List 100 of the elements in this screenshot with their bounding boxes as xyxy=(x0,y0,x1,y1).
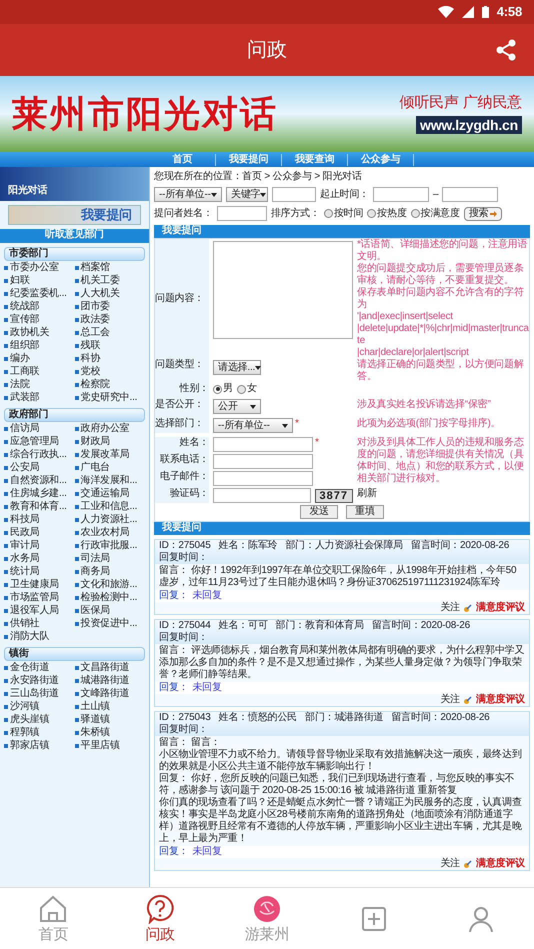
department-link[interactable]: 三山岛街道 xyxy=(10,688,60,700)
department-link[interactable]: 住房城乡建... xyxy=(10,488,67,500)
input-field[interactable] xyxy=(213,471,313,486)
department-link[interactable]: 自然资源和... xyxy=(10,474,67,486)
refresh-link[interactable]: 刷新 xyxy=(357,488,529,503)
department-link[interactable]: 机关工委 xyxy=(80,274,120,286)
follow-link[interactable]: 关注 xyxy=(440,602,460,614)
department-link[interactable]: 城港路街道 xyxy=(80,674,130,686)
ask-question-button[interactable]: 我要提问 xyxy=(8,205,141,225)
input-field[interactable] xyxy=(442,187,498,202)
department-link[interactable]: 文昌路街道 xyxy=(80,662,130,674)
department-link[interactable]: 投资促进中... xyxy=(80,618,138,630)
department-link[interactable]: 朱桥镇 xyxy=(80,726,110,738)
department-link[interactable]: 统战部 xyxy=(10,300,40,312)
radio-button[interactable] xyxy=(324,209,333,218)
department-link[interactable]: 沙河镇 xyxy=(10,700,40,712)
department-link[interactable]: 应急管理局 xyxy=(10,436,60,448)
department-link[interactable]: 工业和信息... xyxy=(80,500,138,512)
department-link[interactable]: 总工会 xyxy=(80,326,110,338)
department-link[interactable]: 郭家店镇 xyxy=(10,740,50,752)
department-link[interactable]: 公安局 xyxy=(10,462,40,474)
radio-button[interactable] xyxy=(236,384,246,394)
department-link[interactable]: 司法局 xyxy=(80,552,110,564)
department-link[interactable]: 编办 xyxy=(10,352,30,364)
department-link[interactable]: 金仓街道 xyxy=(10,662,50,674)
department-link[interactable]: 档案馆 xyxy=(80,262,110,274)
department-link[interactable]: 市场监管局 xyxy=(10,592,60,604)
follow-link[interactable]: 关注 xyxy=(440,858,460,870)
search-button[interactable]: 搜索 xyxy=(464,206,502,220)
department-link[interactable]: 科技局 xyxy=(10,514,40,526)
department-link[interactable]: 土山镇 xyxy=(80,700,110,712)
question-textarea[interactable] xyxy=(213,241,353,339)
department-link[interactable]: 商务局 xyxy=(80,566,110,578)
department-link[interactable]: 文峰路街道 xyxy=(80,688,130,700)
dropdown[interactable]: 公开 xyxy=(213,399,261,414)
department-link[interactable]: 供销社 xyxy=(10,618,40,630)
department-link[interactable]: 科协 xyxy=(80,352,100,364)
input-field[interactable] xyxy=(213,454,313,469)
input-field[interactable] xyxy=(373,187,430,202)
department-link[interactable]: 纪委监委机... xyxy=(10,288,67,300)
department-link[interactable]: 政法委 xyxy=(80,314,110,326)
department-link[interactable]: 教育和体育... xyxy=(10,500,67,512)
radio-button[interactable] xyxy=(367,209,376,218)
department-link[interactable]: 永安路街道 xyxy=(10,674,60,686)
department-link[interactable]: 审计局 xyxy=(10,540,40,552)
department-link[interactable]: 政府办公室 xyxy=(80,422,130,434)
department-link[interactable]: 驿道镇 xyxy=(80,714,110,726)
department-link[interactable]: 人力资源社... xyxy=(80,514,138,526)
department-link[interactable]: 发展改革局 xyxy=(80,448,130,460)
department-link[interactable]: 广电台 xyxy=(80,462,110,474)
department-link[interactable]: 退役军人局 xyxy=(10,604,60,616)
department-link[interactable]: 海洋发展和... xyxy=(80,474,138,486)
input-field[interactable] xyxy=(213,488,311,503)
form-button[interactable]: 重填 xyxy=(346,505,384,519)
department-link[interactable]: 检验检测中... xyxy=(80,592,138,604)
department-link[interactable]: 政协机关 xyxy=(10,326,50,338)
dropdown[interactable]: --所有单位-- xyxy=(154,187,222,202)
rating-link[interactable]: 满意度评议 xyxy=(476,858,525,870)
rating-link[interactable]: 满意度评议 xyxy=(476,602,525,614)
share-icon[interactable] xyxy=(494,38,518,62)
department-link[interactable]: 检察院 xyxy=(80,378,110,390)
department-link[interactable]: 行政审批服... xyxy=(80,540,138,552)
input-field[interactable] xyxy=(272,187,316,202)
department-link[interactable]: 文化和旅游... xyxy=(80,578,138,590)
department-link[interactable]: 团市委 xyxy=(80,300,110,312)
follow-link[interactable]: 关注 xyxy=(440,694,460,706)
department-link[interactable]: 残联 xyxy=(80,340,100,352)
radio-button[interactable] xyxy=(213,384,222,394)
department-link[interactable]: 法院 xyxy=(10,378,30,390)
department-link[interactable]: 财政局 xyxy=(80,436,110,448)
department-link[interactable]: 市委办公室 xyxy=(10,262,60,274)
department-link[interactable]: 武装部 xyxy=(10,392,40,404)
tab[interactable]: 问政 xyxy=(106,888,214,949)
department-link[interactable]: 消防大队 xyxy=(10,630,50,642)
department-link[interactable]: 人大机关 xyxy=(80,288,120,300)
department-link[interactable]: 统计局 xyxy=(10,566,40,578)
department-link[interactable]: 农业农村局 xyxy=(80,526,130,538)
department-link[interactable]: 医保局 xyxy=(80,604,110,616)
department-link[interactable]: 信访局 xyxy=(10,422,40,434)
department-link[interactable]: 虎头崖镇 xyxy=(10,714,50,726)
department-link[interactable]: 综合行政执... xyxy=(10,448,67,460)
department-link[interactable]: 卫生健康局 xyxy=(10,578,60,590)
department-link[interactable]: 组织部 xyxy=(10,340,40,352)
form-button[interactable]: 发送 xyxy=(300,505,338,519)
department-link[interactable]: 程郭镇 xyxy=(10,726,40,738)
dropdown[interactable]: 请选择... xyxy=(213,360,261,375)
department-link[interactable]: 妇联 xyxy=(10,274,30,286)
dropdown[interactable]: 关键字 xyxy=(226,187,268,202)
department-link[interactable]: 平里店镇 xyxy=(80,740,120,752)
department-link[interactable]: 交通运输局 xyxy=(80,488,130,500)
input-field[interactable] xyxy=(213,437,313,452)
department-link[interactable]: 宣传部 xyxy=(10,314,40,326)
department-link[interactable]: 党校 xyxy=(80,366,100,378)
input-field[interactable] xyxy=(216,206,267,221)
dropdown[interactable]: --所有单位-- xyxy=(213,418,293,433)
department-link[interactable]: 工商联 xyxy=(10,366,40,378)
department-link[interactable]: 民政局 xyxy=(10,526,40,538)
radio-button[interactable] xyxy=(410,209,420,218)
rating-link[interactable]: 满意度评议 xyxy=(476,694,525,706)
department-link[interactable]: 党史研究中... xyxy=(80,392,138,404)
